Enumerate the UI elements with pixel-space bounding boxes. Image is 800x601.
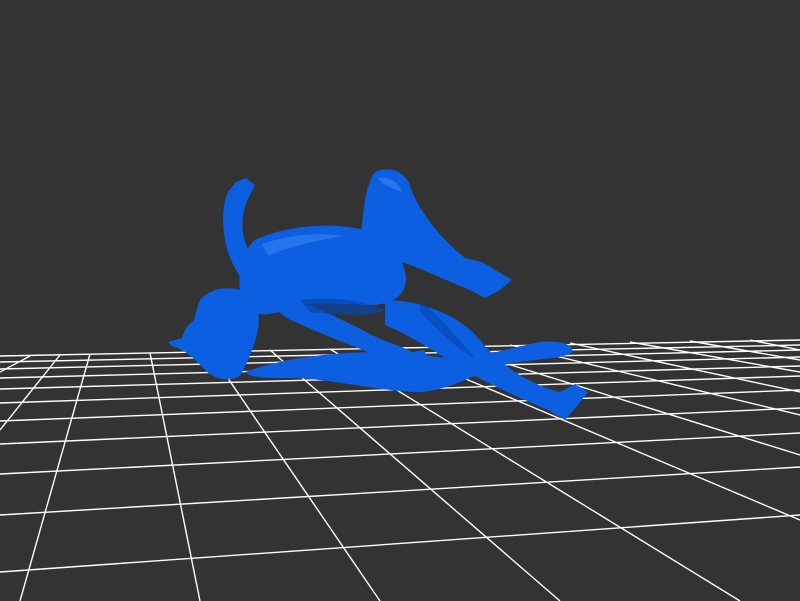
scene-canvas[interactable] <box>0 0 800 601</box>
background <box>0 0 800 601</box>
3d-viewport[interactable] <box>0 0 800 601</box>
